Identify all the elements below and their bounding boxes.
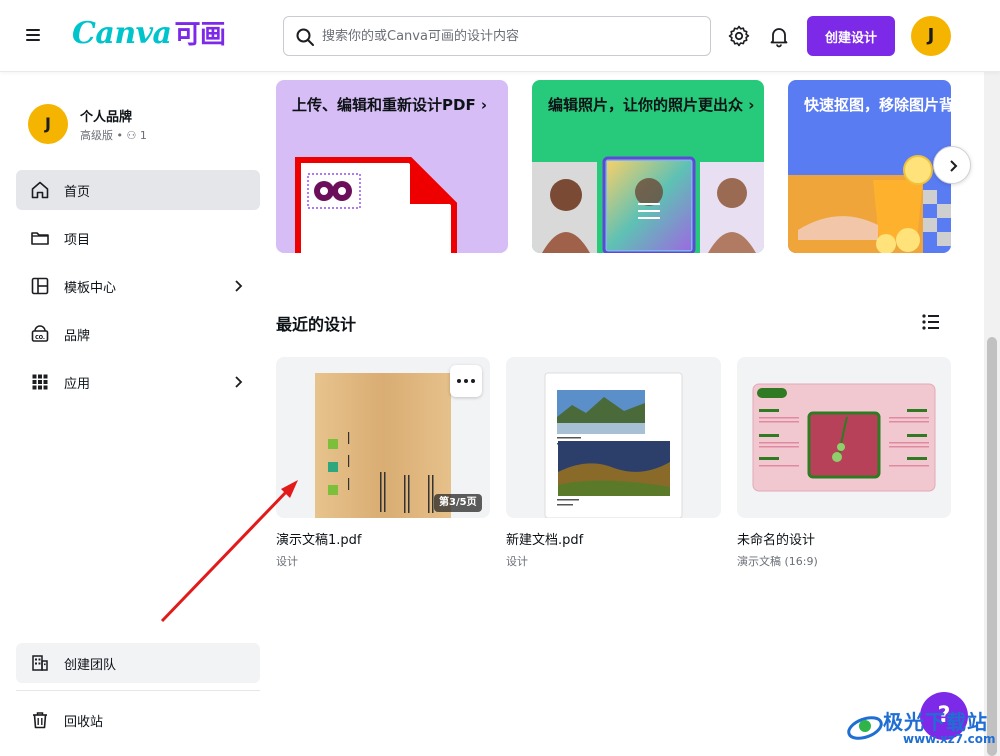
sidebar-item-trash[interactable]: 回收站 [16,700,260,740]
create-design-button[interactable]: 创建设计 [807,16,895,56]
sidebar-item-label: 首页 [64,185,91,200]
home-icon [31,181,49,199]
photo-edit-illustration [532,156,764,253]
create-team-button[interactable]: 创建团队 [16,643,260,683]
feature-card-remove-bg[interactable]: 快速抠图，移除图片背景 [788,80,951,253]
brand-avatar: J [28,104,68,144]
brand-switcher[interactable]: J 个人品牌 高级版 • ⚇ 1 [28,104,258,144]
chevron-right-icon [950,160,958,172]
watermark-text: 极光下载站 [883,710,988,734]
create-team-label: 创建团队 [64,658,117,673]
canva-logo[interactable]: Canva 可画 [72,14,226,51]
sidebar-item-apps[interactable]: 应用 [16,362,260,402]
notification-bell-icon[interactable] [767,24,791,48]
more-options-button[interactable] [450,365,482,397]
building-icon [32,655,48,671]
site-watermark: 极光下载站 www.xz7.com [845,704,996,752]
template-icon [31,277,49,295]
logo-zh-text: 可画 [174,20,227,50]
design-type: 设计 [276,555,298,568]
watermark-logo-icon [847,716,883,740]
sidebar-item-home[interactable]: 首页 [16,170,260,210]
design-title[interactable]: 未命名的设计 [737,529,815,548]
brand-plan-info: 高级版 • ⚇ 1 [80,129,147,142]
logo-text: Canva [72,16,172,51]
menu-icon[interactable] [25,26,43,44]
search-icon [296,28,314,46]
pink-presentation-thumbnail [752,383,936,492]
design-type: 演示文稿 (16:9) [737,555,818,568]
chevron-right-icon [235,376,243,388]
design-card-thumbnail[interactable] [506,357,721,518]
recent-designs-title: 最近的设计 [276,315,357,334]
page-scrollbar[interactable] [984,72,1000,756]
remove-bg-illustration [788,155,951,253]
brand-name: 个人品牌 [80,110,133,125]
feature-card-pdf[interactable]: 上传、编辑和重新设计PDF › [276,80,508,253]
trash-icon [33,712,47,729]
svg-text:CO.: CO. [35,335,45,341]
brand-icon: CO. [31,325,49,342]
search-box[interactable] [283,16,711,56]
sidebar-item-projects[interactable]: 项目 [16,218,260,258]
pdf-illustration [295,157,457,253]
sidebar-item-label: 项目 [64,233,91,248]
sidebar: J 个人品牌 高级版 • ⚇ 1 首页 项目 模板中心 CO. 品牌 应用 创建… [0,72,276,756]
list-view-icon[interactable] [920,311,942,333]
top-header: Canva可画 创建设计 J [0,0,1000,72]
design-title[interactable]: 新建文档.pdf [506,529,583,548]
chevron-right-icon [235,280,243,292]
sidebar-divider [16,690,260,691]
sidebar-nav: 首页 项目 模板中心 CO. 品牌 应用 [16,170,260,410]
user-avatar[interactable]: J [911,16,951,56]
search-input[interactable] [322,25,697,47]
design-card-thumbnail[interactable] [737,357,951,518]
apps-grid-icon [32,374,48,390]
page-count-badge: 第3/5页 [434,494,482,512]
settings-gear-icon[interactable] [727,24,751,48]
document-thumbnail [544,372,683,518]
sidebar-item-label: 应用 [64,377,91,392]
trash-label: 回收站 [64,715,104,730]
sidebar-item-label: 品牌 [64,329,91,344]
watermark-url: www.xz7.com [903,732,996,746]
sidebar-item-brand[interactable]: CO. 品牌 [16,314,260,354]
feature-card-photo-edit[interactable]: 编辑照片，让你的照片更出众 › [532,80,764,253]
design-title[interactable]: 演示文稿1.pdf [276,529,361,548]
design-type: 设计 [506,555,528,568]
scrollbar-thumb[interactable] [987,337,997,756]
design-card-thumbnail[interactable]: 第3/5页 [276,357,490,518]
sidebar-item-label: 模板中心 [64,281,117,296]
sidebar-item-templates[interactable]: 模板中心 [16,266,260,306]
carousel-next-button[interactable] [933,146,971,184]
folder-icon [31,232,49,245]
